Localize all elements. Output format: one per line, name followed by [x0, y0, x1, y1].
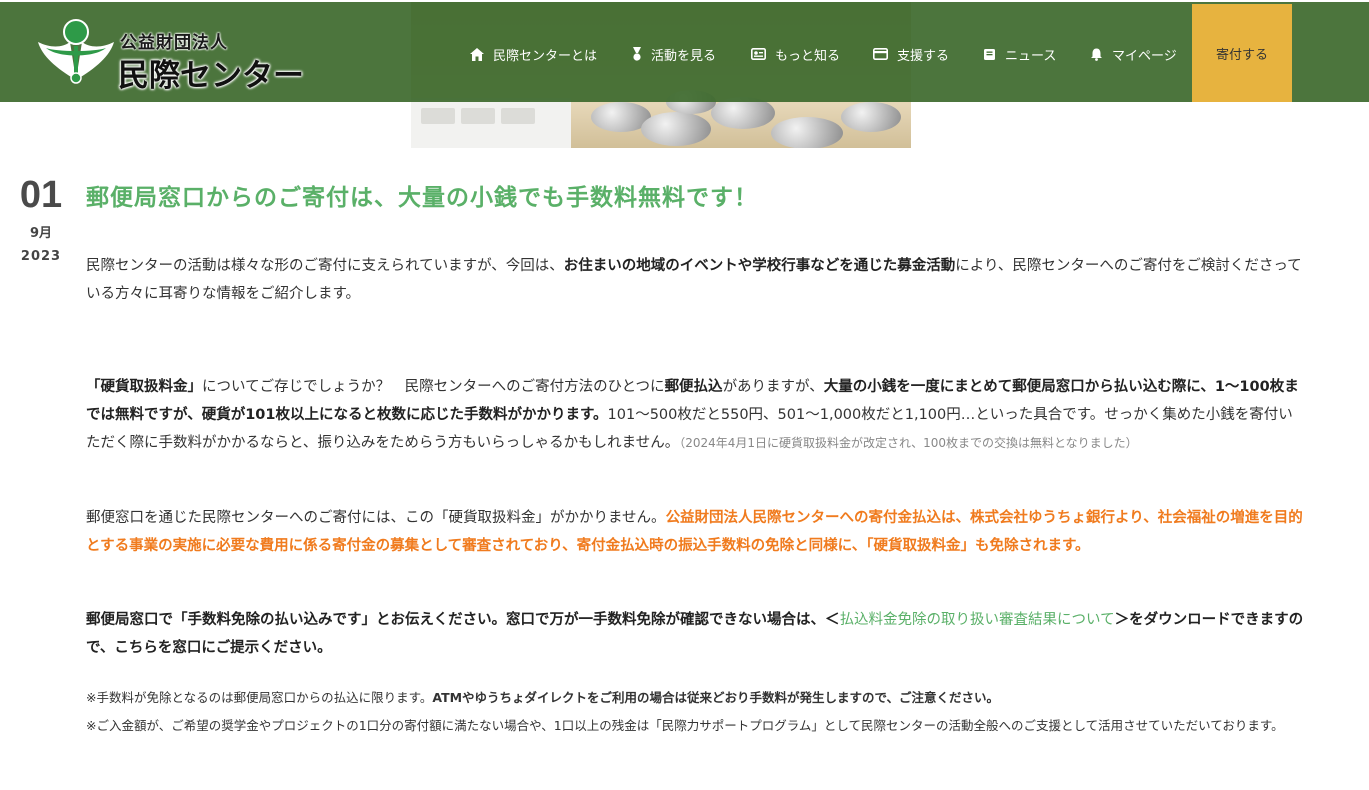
nav-item-activities[interactable]: 活動を見る: [632, 44, 716, 64]
note-atm: ※手数料が免除となるのは郵便局窓口からの払込に限ります。ATMやゆうちょダイレク…: [86, 684, 1306, 712]
post-month: 9月: [29, 226, 53, 241]
bell-icon: [1091, 48, 1102, 61]
postal-transfer-term: 郵便払込: [664, 379, 723, 395]
post-day: 01: [19, 174, 63, 216]
nav-item-mypage[interactable]: マイページ: [1090, 44, 1177, 64]
p1-text-2: がありますが、: [722, 379, 824, 395]
coin-fee-term: 「硬貨取扱料金」: [86, 379, 202, 395]
logo-title: 民際センター: [118, 58, 304, 94]
p1-revision-note: （2024年4月1日に硬貨取扱料金が改定され、100枚までの交換は無料となりまし…: [679, 436, 1138, 450]
nav-label: ニュース: [1005, 48, 1057, 64]
nav-item-learn-more[interactable]: もっと知る: [751, 44, 840, 64]
article-paragraph-exemption: 郵便窓口を通じた民際センターへのご寄付には、この「硬貨取扱料金」がかかりません。…: [86, 504, 1306, 560]
home-icon: [470, 47, 484, 61]
intro-text: 民際センターの活動は様々な形のご寄付に支えられていますが、今回は、: [86, 258, 564, 274]
credit-card-icon: [873, 48, 888, 60]
logo-mark-icon: [38, 19, 114, 84]
nav-label: 民際センターとは: [493, 48, 598, 64]
intro-emphasis: お住まいの地域のイベントや学校行事などを通じた募金活動: [563, 258, 956, 274]
article-paragraph-instructions: 郵便局窓口で「手数料免除の払い込みです」とお伝えください。窓口で万が一手数料免除…: [86, 606, 1306, 662]
p1-text: についてご存じでしょうか？ 民際センターへのご寄付方法のひとつに: [202, 379, 665, 395]
article-title: 郵便局窓口からのご寄付は、大量の小銭でも手数料無料です！: [86, 185, 758, 211]
donate-button[interactable]: 寄付する: [1192, 4, 1292, 102]
exemption-result-link[interactable]: 払込料金免除の取り扱い審査結果について: [840, 612, 1115, 628]
p2-text: 郵便窓口を通じた民際センターへのご寄付には、この「硬貨取扱料金」がかかりません。: [86, 510, 666, 526]
site-header: 公益財団法人 民際センター 民際センターとは 活動を見る もっと知る 支援する …: [0, 2, 1369, 102]
nav-label: 支援する: [897, 48, 950, 64]
article-intro: 民際センターの活動は様々な形のご寄付に支えられていますが、今回は、お住まいの地域…: [86, 252, 1306, 308]
medal-icon: [633, 47, 641, 61]
nav-label: マイページ: [1112, 48, 1177, 64]
nav-item-about[interactable]: 民際センターとは: [470, 44, 597, 64]
nav-item-news[interactable]: ニュース: [983, 44, 1056, 64]
calculator-graphic: [411, 98, 571, 148]
note1-text: ※手数料が免除となるのは郵便局窓口からの払込に限ります。: [86, 690, 433, 705]
note1-emphasis: ATMやゆうちょダイレクトをご利用の場合は従来どおり手数料が発生しますので、ご注…: [432, 690, 1000, 705]
nav-item-support[interactable]: 支援する: [873, 44, 949, 64]
p3-text: 郵便局窓口で「手数料免除の払い込みです」とお伝えください。窓口で万が一手数料免除…: [86, 612, 840, 628]
note-remainder: ※ご入金額が、ご希望の奨学金やプロジェクトの1口分の寄付額に満たない場合や、1口…: [86, 718, 1284, 733]
book-icon: [984, 48, 995, 60]
nav-label: もっと知る: [775, 48, 841, 64]
nav-label: 活動を見る: [651, 48, 717, 64]
post-year: 2023: [20, 249, 62, 264]
id-card-icon: [751, 48, 766, 60]
site-logo[interactable]: 公益財団法人 民際センター: [36, 18, 304, 94]
article-paragraph-coin-fee: 「硬貨取扱料金」についてご存じでしょうか？ 民際センターへのご寄付方法のひとつに…: [86, 373, 1306, 457]
